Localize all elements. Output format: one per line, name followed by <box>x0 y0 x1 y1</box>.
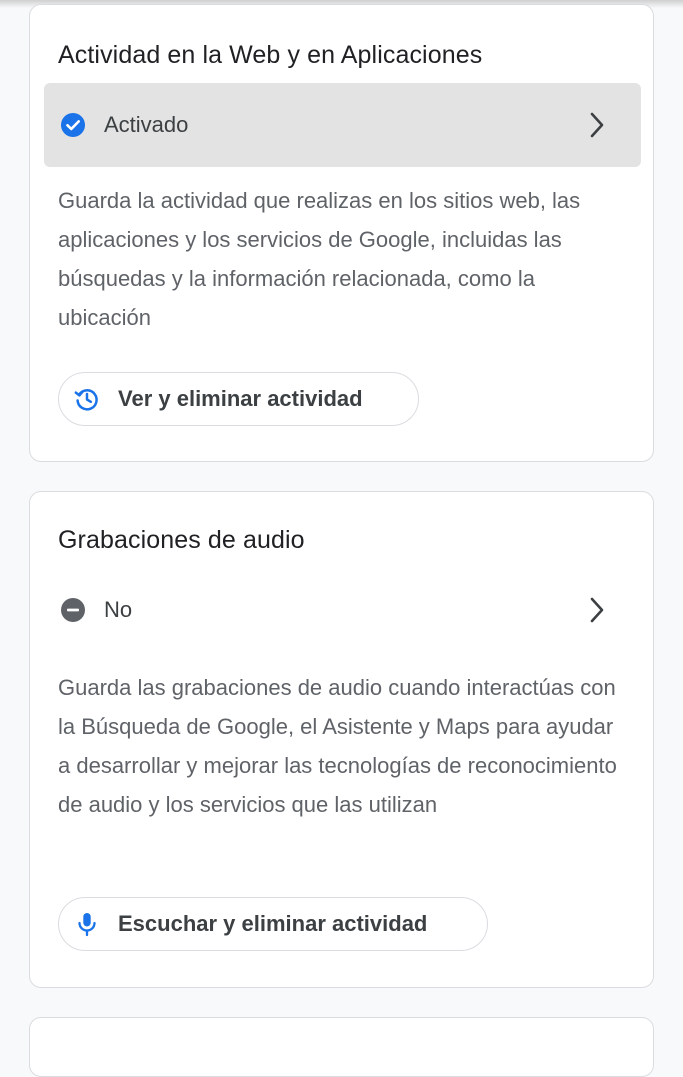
chevron-right-icon <box>590 112 604 138</box>
status-label: Activado <box>104 112 189 137</box>
card-description: Guarda la actividad que realizas en los … <box>58 188 581 330</box>
status-label: No <box>104 597 133 622</box>
history-icon <box>74 389 98 411</box>
card-description: Guarda las grabaciones de audio cuando i… <box>58 675 617 817</box>
audio-recordings-card: Grabaciones de audio No Guarda las graba… <box>29 491 654 988</box>
web-app-activity-status-row[interactable]: Activado <box>44 83 641 167</box>
button-label: Ver y eliminar actividad <box>118 386 363 411</box>
chevron-right-icon <box>590 597 604 623</box>
audio-recordings-status-row[interactable]: No <box>44 568 641 652</box>
card-title: Actividad en la Web y en Aplicaciones <box>58 41 483 69</box>
view-delete-activity-button[interactable]: Ver y eliminar actividad <box>58 372 419 426</box>
microphone-icon <box>78 913 96 937</box>
listen-delete-activity-button[interactable]: Escuchar y eliminar actividad <box>58 897 488 951</box>
web-app-activity-card: Actividad en la Web y en Aplicaciones Ac… <box>29 4 654 462</box>
button-label: Escuchar y eliminar actividad <box>118 911 428 936</box>
check-circle-icon <box>61 113 85 137</box>
minus-circle-icon <box>61 598 85 622</box>
card-title: Grabaciones de audio <box>58 526 305 554</box>
next-card <box>29 1017 654 1077</box>
